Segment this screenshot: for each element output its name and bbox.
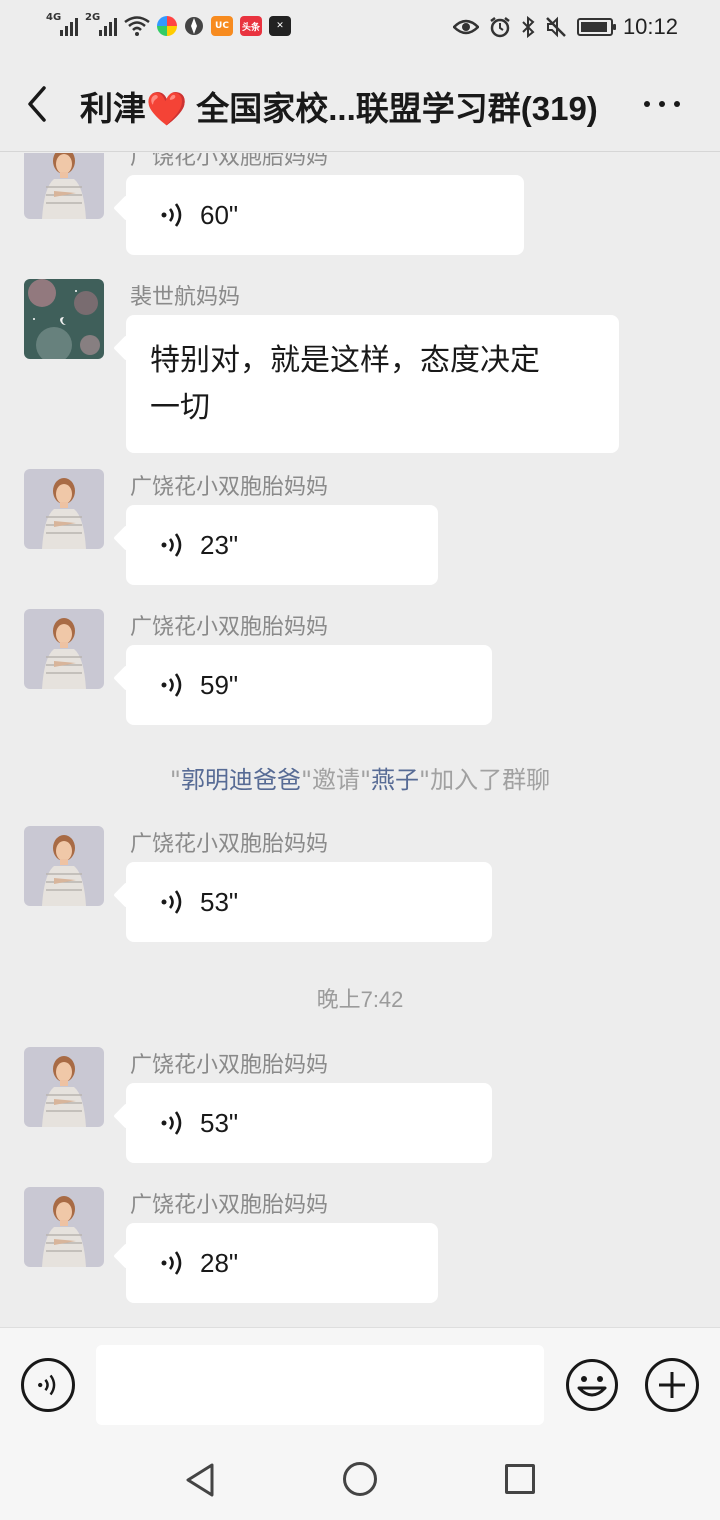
battery-fill	[580, 22, 607, 32]
voice-message-bubble[interactable]: 28"	[126, 1223, 438, 1303]
app-notification-icon	[185, 17, 203, 35]
avatar[interactable]	[24, 609, 104, 689]
voice-wave-icon	[161, 203, 182, 227]
notice-text: "加入了群聊	[419, 766, 551, 794]
signal-2g-icon: 2G	[85, 12, 117, 38]
voice-input-toggle-button[interactable]	[21, 1358, 75, 1412]
emoji-button[interactable]	[565, 1358, 619, 1412]
signal-4g-icon: 4G	[46, 12, 78, 38]
voice-message-bubble[interactable]: 53"	[126, 1083, 492, 1163]
system-notice: "郭明迪爸爸"邀请"燕子"加入了群聊	[0, 760, 720, 795]
back-button[interactable]	[20, 82, 60, 126]
voice-wave-icon	[161, 1251, 182, 1275]
voice-message-bubble[interactable]: 23"	[126, 505, 438, 585]
avatar[interactable]	[24, 153, 104, 219]
mute-icon	[546, 16, 566, 38]
sender-name: 广饶花小双胞胎妈妈	[130, 1053, 329, 1078]
nav-home-button[interactable]	[343, 1462, 377, 1496]
dot-icon	[659, 101, 665, 107]
input-bar	[0, 1327, 720, 1440]
message-input[interactable]	[96, 1345, 544, 1425]
voice-wave-icon	[161, 533, 182, 557]
avatar[interactable]	[24, 279, 104, 359]
avatar[interactable]	[24, 1047, 104, 1127]
text-message-bubble[interactable]: 特别对，就是这样，态度决定 一切	[126, 315, 619, 453]
notice-text: "	[169, 766, 181, 794]
app-notification-icon	[157, 16, 177, 36]
capcut-icon: ✕	[269, 16, 291, 36]
avatar[interactable]	[24, 1187, 104, 1267]
sender-name: 广饶花小双胞胎妈妈	[130, 475, 329, 500]
voice-duration: 60"	[200, 199, 239, 230]
voice-message-bubble[interactable]: 53"	[126, 862, 492, 942]
chat-message-list[interactable]: 广饶花小双胞胎妈妈 60" 裴世航妈妈 特别对，就是这样，态度决定 一切 广饶花…	[0, 153, 720, 1327]
uc-browser-icon: UC	[211, 16, 233, 36]
voice-wave-icon	[161, 1111, 182, 1135]
sender-name: 广饶花小双胞胎妈妈	[130, 1193, 329, 1218]
chat-header: 利津❤️ 全国家校...联盟学习群(319)	[0, 56, 720, 152]
alarm-icon	[490, 17, 510, 38]
voice-duration: 59"	[200, 669, 239, 700]
battery-icon	[576, 18, 616, 36]
sender-name: 广饶花小双胞胎妈妈	[130, 615, 329, 640]
voice-message-bubble[interactable]: 60"	[126, 175, 524, 255]
system-nav-bar	[0, 1440, 720, 1520]
voice-message-bubble[interactable]: 59"	[126, 645, 492, 725]
more-functions-button[interactable]	[645, 1358, 699, 1412]
message-text-line: 特别对，就是这样，态度决定	[150, 343, 540, 378]
nav-back-button[interactable]	[184, 1462, 216, 1498]
more-options-button[interactable]	[644, 94, 684, 114]
status-bar: 4G 2G UC 头条 ✕ 10:12	[0, 0, 720, 56]
dot-icon	[674, 101, 680, 107]
notice-text: "邀请"	[300, 766, 372, 794]
avatar[interactable]	[24, 826, 104, 906]
avatar[interactable]	[24, 469, 104, 549]
bluetooth-icon	[522, 16, 535, 38]
voice-duration: 28"	[200, 1247, 239, 1278]
clock: 10:12	[622, 14, 678, 39]
voice-wave-icon	[161, 673, 182, 697]
signal-2g-label: 2G	[85, 12, 101, 23]
sender-name: 广饶花小双胞胎妈妈	[130, 153, 329, 170]
eye-icon	[452, 19, 479, 35]
toutiao-icon: 头条	[240, 16, 262, 36]
sender-name: 裴世航妈妈	[130, 285, 241, 310]
chat-title[interactable]: 利津❤️ 全国家校...联盟学习群(319)	[80, 82, 598, 130]
nav-recents-button[interactable]	[505, 1464, 535, 1494]
voice-wave-icon	[38, 1374, 56, 1396]
voice-duration: 53"	[200, 1107, 239, 1138]
invitee-link[interactable]: 燕子	[371, 766, 419, 794]
voice-duration: 53"	[200, 886, 239, 917]
dot-icon	[644, 101, 650, 107]
signal-4g-label: 4G	[46, 12, 62, 23]
status-right: 10:12	[452, 14, 678, 40]
voice-wave-icon	[161, 890, 182, 914]
inviter-link[interactable]: 郭明迪爸爸	[181, 766, 301, 794]
status-left: 4G 2G UC 头条 ✕	[46, 12, 291, 38]
timestamp: 晚上7:42	[316, 987, 404, 1012]
voice-duration: 23"	[200, 529, 239, 560]
message-text-line: 一切	[150, 390, 210, 425]
wifi-icon	[124, 16, 150, 36]
sender-name: 广饶花小双胞胎妈妈	[130, 832, 329, 857]
